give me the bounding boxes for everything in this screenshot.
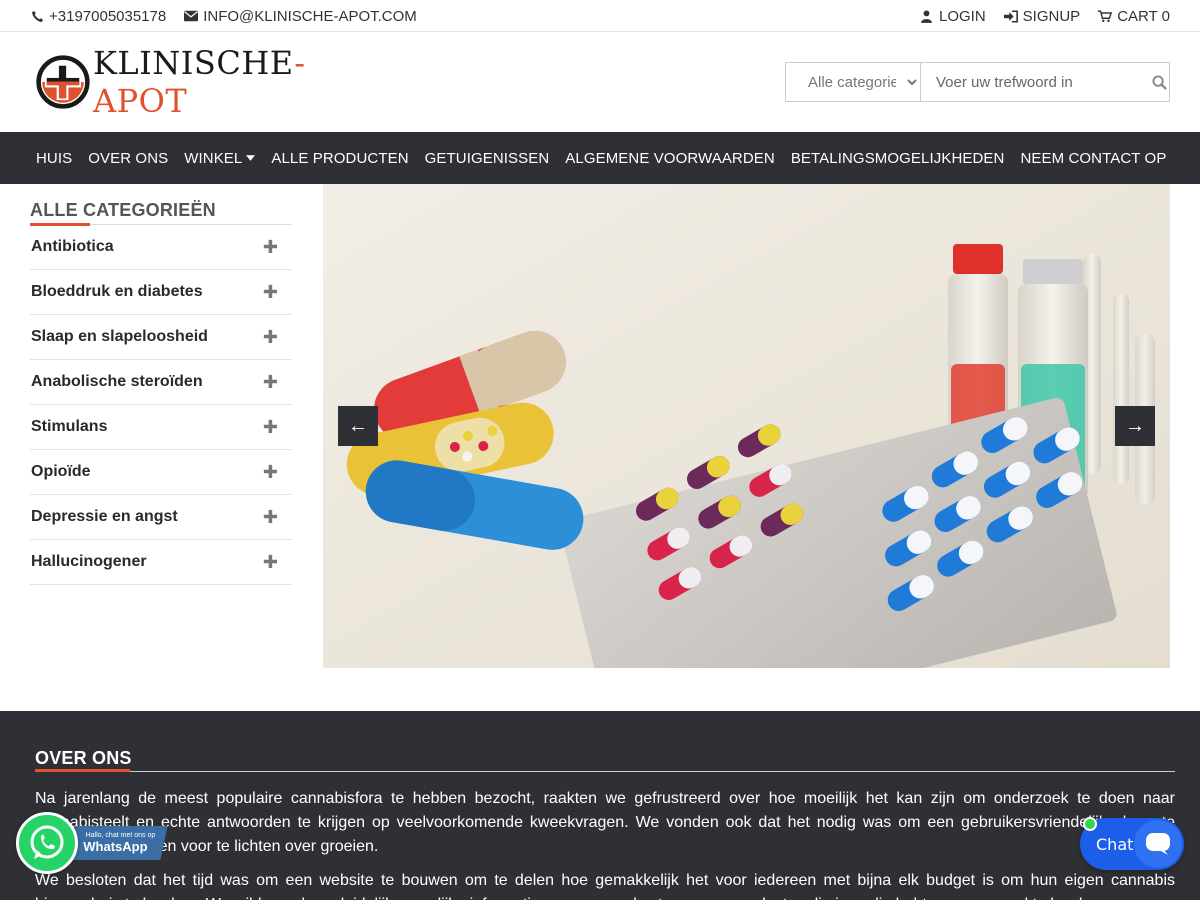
email-link[interactable]: INFO@KLINISCHE-APOT.COM xyxy=(184,8,417,25)
about-title-divider xyxy=(35,769,1175,772)
category-select[interactable]: Alle categorieën xyxy=(786,63,921,101)
phone-number: +3197005035178 xyxy=(49,7,167,25)
chat-widget[interactable]: Chat xyxy=(1080,817,1184,870)
nav-winkel[interactable]: WINKEL xyxy=(176,132,263,184)
slider-next-button[interactable]: → xyxy=(1115,406,1155,446)
category-label: Stimulans xyxy=(31,418,108,435)
category-bloeddruk-en-diabetes[interactable]: Bloeddruk en diabetes ✚ xyxy=(30,270,292,315)
category-antibiotica[interactable]: Antibiotica ✚ xyxy=(30,225,292,270)
cart-link[interactable]: CART 0 xyxy=(1098,8,1170,25)
whatsapp-tag[interactable]: Hallo, chat met ons op WhatsApp xyxy=(68,826,168,860)
category-label: Slaap en slapeloosheid xyxy=(31,328,208,345)
nav-over-ons[interactable]: OVER ONS xyxy=(80,132,176,184)
nav-label: GETUIGENISSEN xyxy=(424,149,550,167)
whatsapp-small-text: Hallo, chat met ons op xyxy=(85,832,156,839)
plus-icon[interactable]: ✚ xyxy=(263,417,278,438)
signup-link[interactable]: SIGNUP xyxy=(1003,7,1081,25)
nav-huis[interactable]: HUIS xyxy=(28,132,80,184)
nav-algemene-voorwaarden[interactable]: ALGEMENE VOORWAARDEN xyxy=(557,132,783,184)
logo-text-dash: - xyxy=(294,44,306,82)
caret-down-icon xyxy=(246,155,256,161)
whatsapp-widget[interactable]: Hallo, chat met ons op WhatsApp xyxy=(16,812,168,874)
category-slaap-en-slapeloosheid[interactable]: Slaap en slapeloosheid ✚ xyxy=(30,315,292,360)
nav-alle-producten[interactable]: ALLE PRODUCTEN xyxy=(263,132,416,184)
plus-icon[interactable]: ✚ xyxy=(263,462,278,483)
site-logo[interactable]: KLINISCHE- APOT xyxy=(35,44,370,120)
search-bar: Alle categorieën xyxy=(785,62,1170,102)
about-section: OVER ONS Na jarenlang de meest populaire… xyxy=(0,711,1200,900)
category-sidebar: ALLE CATEGORIEËN Antibiotica ✚ Bloeddruk … xyxy=(30,200,292,585)
search-input[interactable] xyxy=(921,63,1150,101)
hero-slider: ← → xyxy=(323,184,1170,668)
nav-label: BETALINGSMOGELIJKHEDEN xyxy=(790,149,1005,167)
category-label: Opioïde xyxy=(31,463,91,480)
nav-label: HUIS xyxy=(36,149,73,167)
category-label: Depressie en angst xyxy=(31,508,178,525)
chat-bubble-icon[interactable] xyxy=(1134,820,1182,868)
nav-betalingsmogelijkheden[interactable]: BETALINGSMOGELIJKHEDEN xyxy=(783,132,1013,184)
sidebar-title: ALLE CATEGORIEËN xyxy=(30,200,216,220)
plus-icon[interactable]: ✚ xyxy=(263,552,278,573)
user-icon xyxy=(920,9,934,23)
email-address: INFO@KLINISCHE-APOT.COM xyxy=(203,7,417,25)
nav-label: ALGEMENE VOORWAARDEN xyxy=(565,149,775,167)
signup-label: SIGNUP xyxy=(1022,7,1081,25)
nav-label: NEEM CONTACT OP xyxy=(1020,149,1167,167)
about-title: OVER ONS xyxy=(35,748,132,768)
hero-image xyxy=(323,184,1170,668)
logo-text: KLINISCHE- APOT xyxy=(93,44,370,120)
plus-icon[interactable]: ✚ xyxy=(263,237,278,258)
plus-icon[interactable]: ✚ xyxy=(263,372,278,393)
category-opioide[interactable]: Opioïde ✚ xyxy=(30,450,292,495)
whatsapp-big-text: WhatsApp xyxy=(83,839,148,854)
slider-prev-button[interactable]: ← xyxy=(338,406,378,446)
top-bar: +3197005035178 INFO@KLINISCHE-APOT.COM L… xyxy=(0,0,1200,32)
nav-label: OVER ONS xyxy=(88,149,169,167)
category-label: Hallucinogener xyxy=(31,553,147,570)
category-stimulans[interactable]: Stimulans ✚ xyxy=(30,405,292,450)
plus-icon[interactable]: ✚ xyxy=(263,282,278,303)
chat-label: Chat xyxy=(1096,834,1134,854)
site-header: KLINISCHE- APOT Alle categorieën xyxy=(0,32,1200,132)
login-link[interactable]: LOGIN xyxy=(920,8,986,25)
phone-link[interactable]: +3197005035178 xyxy=(30,8,166,25)
phone-icon xyxy=(30,9,44,23)
category-depressie-en-angst[interactable]: Depressie en angst ✚ xyxy=(30,495,292,540)
account-links: LOGIN SIGNUP CART 0 xyxy=(920,0,1170,32)
cart-label: CART 0 xyxy=(1117,7,1170,25)
search-button[interactable] xyxy=(1150,63,1169,101)
whatsapp-icon[interactable] xyxy=(16,812,78,874)
login-label: LOGIN xyxy=(938,7,986,25)
about-paragraph-1: Na jarenlang de meest populaire cannabis… xyxy=(35,790,1175,855)
plus-icon[interactable]: ✚ xyxy=(263,507,278,528)
logo-text-accent: APOT xyxy=(92,82,188,120)
main-nav: HUIS OVER ONS WINKEL ALLE PRODUCTEN GETU… xyxy=(0,132,1200,184)
category-hallucinogener[interactable]: Hallucinogener ✚ xyxy=(30,540,292,585)
about-paragraph-2: We besloten dat het tijd was om een webs… xyxy=(35,872,1175,900)
sidebar-title-divider xyxy=(30,223,292,226)
contact-info: +3197005035178 INFO@KLINISCHE-APOT.COM xyxy=(30,0,417,32)
nav-label: WINKEL xyxy=(184,149,243,167)
nav-neem-contact-op[interactable]: NEEM CONTACT OP xyxy=(1012,132,1174,184)
search-icon xyxy=(1152,74,1167,90)
logo-text-main: KLINISCHE xyxy=(92,44,295,82)
category-label: Bloeddruk en diabetes xyxy=(31,283,203,300)
nav-label: ALLE PRODUCTEN xyxy=(271,149,409,167)
category-anabolische-steroiden[interactable]: Anabolische steroïden ✚ xyxy=(30,360,292,405)
cart-icon xyxy=(1098,9,1113,23)
plus-icon[interactable]: ✚ xyxy=(263,327,278,348)
category-label: Antibiotica xyxy=(31,238,114,255)
nav-getuigenissen[interactable]: GETUIGENISSEN xyxy=(417,132,558,184)
online-status-dot xyxy=(1083,817,1097,831)
sign-in-icon xyxy=(1003,9,1018,23)
envelope-icon xyxy=(184,9,199,23)
logo-cross-icon xyxy=(36,55,90,109)
category-label: Anabolische steroïden xyxy=(31,373,203,390)
